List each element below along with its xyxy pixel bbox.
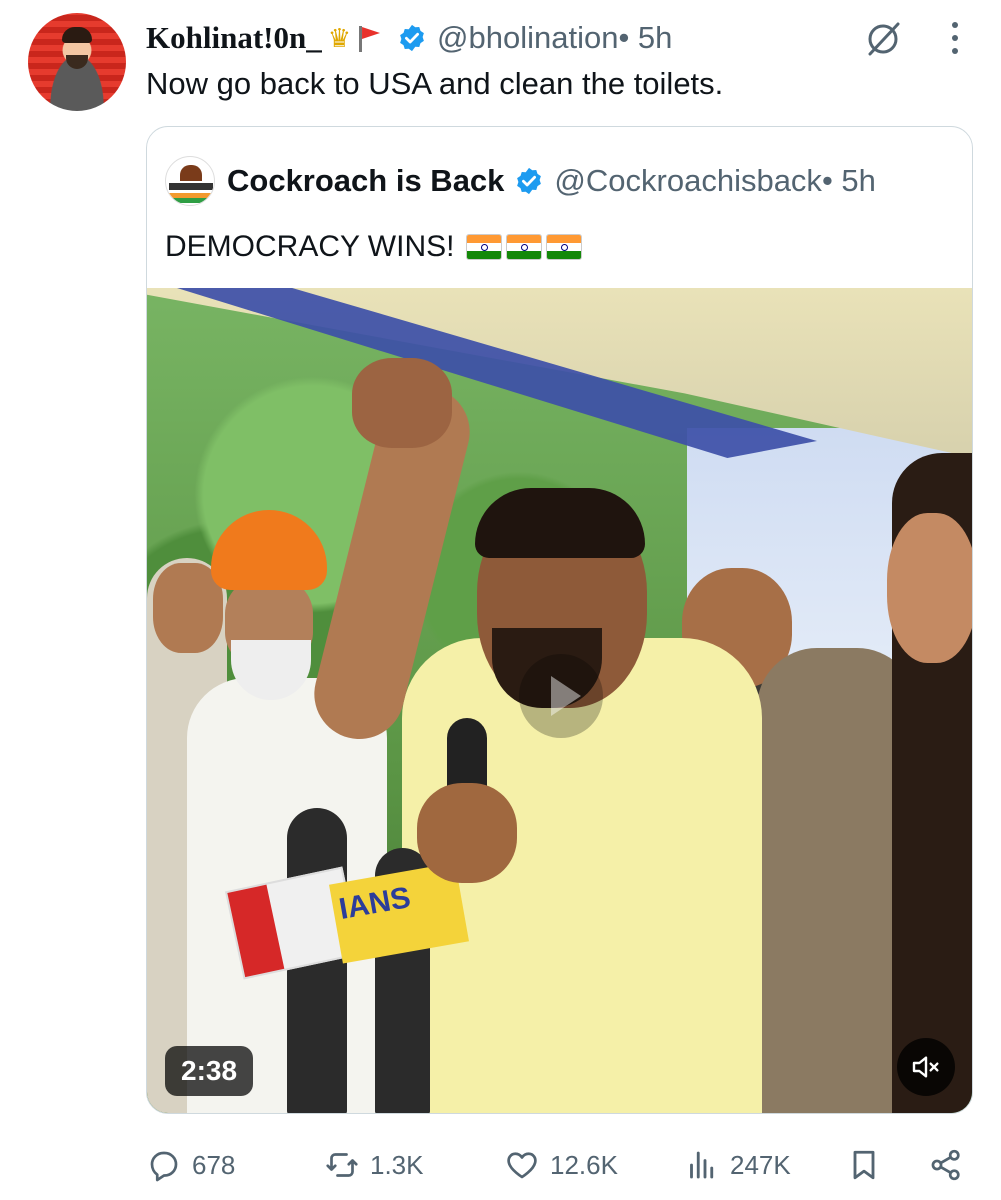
video-player[interactable]: IANS 2:38 [147,288,972,1113]
speaker-muted-icon[interactable] [897,1038,955,1096]
reply-icon [150,1151,178,1182]
avatar-hair [62,27,92,43]
repost-icon [326,1153,358,1177]
author-handle[interactable]: @bholination [437,20,618,56]
india-flag-icon [466,234,503,260]
bystander-woman-face [887,513,972,663]
quoted-tweet-text: DEMOCRACY WINS! [165,230,455,263]
reply-button[interactable]: 678 [146,1140,235,1190]
more-options-icon[interactable] [946,20,964,56]
quoted-tweet-text-row: DEMOCRACY WINS! [165,227,583,267]
avatar-beard [66,55,88,69]
tweet-timestamp[interactable]: • 5h [618,20,672,56]
quoted-author-display-name[interactable]: Cockroach is Back [227,163,504,199]
like-button[interactable]: 12.6K [504,1140,618,1190]
view-count: 247K [730,1149,791,1180]
verified-badge-icon [517,167,542,195]
speaker-fist [352,358,452,448]
author-display-name[interactable]: Kohlinat!0n_ [146,20,322,56]
crown-emoji-icon: ♛ [327,22,352,53]
like-count: 12.6K [550,1149,618,1180]
quoted-tweet[interactable]: Cockroach is Back @Cockroachisback • 5h … [146,126,973,1114]
views-button[interactable]: 247K [684,1140,791,1190]
share-button[interactable] [928,1140,964,1190]
quoted-author-handle[interactable]: @Cockroachisback [554,163,822,199]
share-icon [931,1149,960,1181]
video-duration: 2:38 [165,1046,254,1096]
quoted-author-avatar[interactable] [165,156,215,206]
repost-button[interactable]: 1.3K [324,1140,424,1190]
speaker-hand [417,783,517,883]
heart-icon [507,1152,537,1179]
play-icon[interactable] [519,654,603,738]
quoted-tweet-timestamp: • 5h [821,163,876,198]
speaker-hair [475,488,645,558]
author-avatar[interactable] [28,13,126,111]
india-flag-icon [546,234,583,260]
grok-icon[interactable] [862,18,904,60]
tweet-action-bar: 678 1.3K 12.6K 247K [146,1140,973,1190]
verified-badge-icon [400,24,424,52]
tweet-text: Now go back to USA and clean the toilets… [146,66,724,101]
tweet-header: Kohlinat!0n_ ♛ @bholination • 5h [146,16,672,60]
flag-emoji-icon [355,23,385,53]
repost-count: 1.3K [370,1149,424,1180]
india-flag-icon [506,234,543,260]
quoted-tweet-header: Cockroach is Back @Cockroachisback • 5h [165,155,876,207]
bookmark-icon [853,1150,875,1180]
reply-count: 678 [192,1149,236,1180]
bookmark-button[interactable] [846,1140,882,1190]
views-icon [690,1151,714,1179]
